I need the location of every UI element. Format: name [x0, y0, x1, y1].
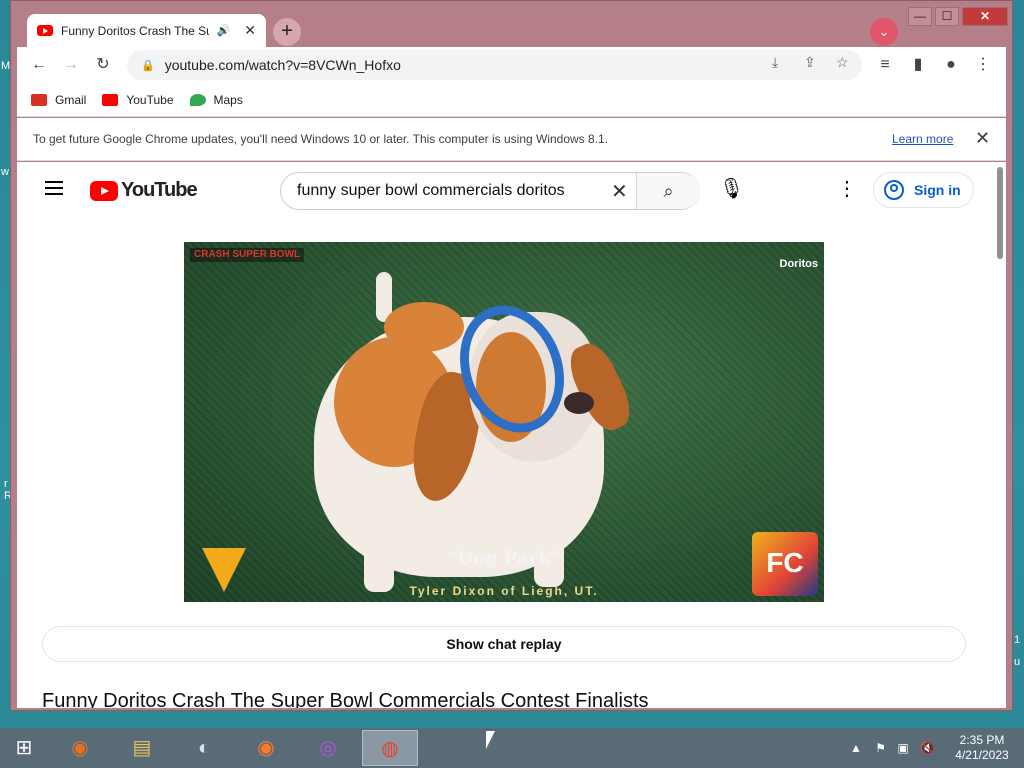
settings-kebab-icon[interactable]: ⋮ — [837, 176, 857, 201]
windows-start-icon[interactable]: ⊞ — [2, 730, 46, 766]
speaker-icon[interactable]: 🔊 — [217, 24, 231, 37]
system-tray: ▲ ⚑ ▣ 🔇 — [850, 741, 935, 755]
bookmark-star-icon[interactable]: ☆ — [836, 54, 849, 71]
search-input[interactable]: funny super bowl commercials doritos ✕ ⌕ — [280, 172, 700, 210]
dog-illustration — [564, 392, 594, 414]
close-tab-icon[interactable]: ✕ — [244, 22, 256, 39]
youtube-favicon-icon — [37, 25, 53, 36]
tab-search-chevron-icon[interactable]: ⌄ — [870, 18, 898, 46]
mask-app-icon[interactable]: ◎ — [306, 730, 350, 766]
video-caption-title: “Dog Park” — [447, 548, 561, 569]
file-explorer-icon[interactable]: ▤ — [120, 730, 164, 766]
desktop-text-fragment: 1 — [1014, 634, 1021, 646]
video-title: Funny Doritos Crash The Super Bowl Comme… — [42, 690, 649, 708]
bookmark-label: YouTube — [126, 92, 174, 107]
clock[interactable]: 2:35 PM 4/21/2023 — [950, 733, 1014, 763]
volume-muted-icon[interactable]: 🔇 — [920, 741, 935, 755]
install-icon[interactable]: ⤓ — [772, 54, 778, 71]
youtube-logo[interactable]: YouTube — [90, 179, 198, 202]
network-icon[interactable]: ▣ — [897, 741, 908, 755]
chrome-taskbar-icon[interactable]: ◍ — [362, 730, 418, 766]
bookmark-maps[interactable]: Maps — [189, 92, 243, 107]
browser-tab[interactable]: Funny Doritos Crash The Sup 🔊 ✕ — [27, 14, 266, 47]
profile-icon[interactable]: ● — [939, 53, 963, 77]
media-queue-icon[interactable]: ≡ — [873, 53, 897, 77]
sign-in-button[interactable]: Sign in — [873, 172, 974, 208]
learn-more-link[interactable]: Learn more — [892, 132, 953, 146]
video-player[interactable]: CRASH SUPER BOWL Doritos “Dog Park” Tyle… — [184, 242, 824, 602]
chrome-window: Funny Doritos Crash The Sup 🔊 ✕ + ⌄ — ☐ … — [10, 0, 1013, 711]
account-icon — [884, 180, 904, 200]
clock-time: 2:35 PM — [959, 733, 1005, 747]
doritos-logo: Doritos — [779, 258, 819, 270]
gmail-icon — [31, 93, 47, 106]
tab-strip: Funny Doritos Crash The Sup 🔊 ✕ + ⌄ — ☐ … — [11, 1, 1012, 47]
video-caption-subtitle: Tyler Dixon of Liegh, UT. — [409, 584, 599, 598]
desktop-text-fragment: r — [4, 478, 8, 490]
browser-toolbar: ← → ↻ 🔒 youtube.com/watch?v=8VCWn_Hofxo … — [17, 47, 1006, 83]
share-icon[interactable]: ⇪ — [804, 54, 816, 71]
clock-date: 4/21/2023 — [955, 748, 1009, 762]
back-arrow-icon[interactable]: ← — [27, 53, 51, 77]
address-bar[interactable]: 🔒 youtube.com/watch?v=8VCWn_Hofxo ⤓ ⇪ ☆ — [127, 50, 862, 80]
url-text[interactable]: youtube.com/watch?v=8VCWn_Hofxo — [165, 57, 401, 73]
app-icon[interactable]: ◐ — [182, 730, 226, 766]
infobar-message: To get future Google Chrome updates, you… — [33, 132, 609, 146]
show-chat-replay-button[interactable]: Show chat replay — [42, 626, 966, 662]
scrollbar-thumb[interactable] — [997, 167, 1003, 259]
search-icon: ⌕ — [663, 181, 674, 201]
menu-icon[interactable] — [45, 181, 63, 195]
bookmark-youtube[interactable]: YouTube — [102, 92, 174, 107]
update-infobar: To get future Google Chrome updates, you… — [17, 118, 1006, 161]
search-value[interactable]: funny super bowl commercials doritos — [297, 182, 565, 200]
clear-search-icon[interactable]: ✕ — [611, 179, 628, 204]
infobar-close-icon[interactable]: ✕ — [975, 128, 990, 149]
bookmark-label: Maps — [213, 92, 243, 107]
reload-icon[interactable]: ↻ — [91, 53, 115, 77]
dog-illustration — [384, 302, 464, 352]
tray-expand-icon[interactable]: ▲ — [850, 741, 862, 755]
sign-in-label: Sign in — [914, 182, 961, 198]
forward-arrow-icon[interactable]: → — [59, 53, 83, 77]
desktop-text-fragment: u — [1014, 656, 1021, 668]
microphone-icon[interactable]: 🎙 — [719, 176, 744, 201]
chrome-menu-icon[interactable]: ⋮ — [971, 53, 995, 77]
youtube-play-icon — [90, 180, 118, 201]
firefox-icon[interactable]: ◉ — [58, 730, 102, 766]
action-center-flag-icon[interactable]: ⚑ — [875, 741, 886, 755]
search-button[interactable]: ⌕ — [636, 173, 700, 209]
crash-super-bowl-logo: CRASH SUPER BOWL — [190, 248, 305, 262]
channel-badge-logo: FC — [752, 532, 818, 596]
page-content: YouTube funny super bowl commercials dor… — [17, 162, 1006, 708]
bookmarks-bar: Gmail YouTube Maps — [17, 83, 1006, 117]
desktop-text-fragment: w — [1, 166, 9, 178]
youtube-logo-text: YouTube — [121, 179, 198, 201]
windows-taskbar: ⊞ ◉ ▤ ◐ ◉ ◎ ◍ ▲ ⚑ ▣ 🔇 2:35 PM 4/21/2023 — [0, 728, 1024, 768]
bookmark-gmail[interactable]: Gmail — [31, 93, 86, 107]
maximize-button[interactable]: ☐ — [935, 7, 959, 26]
lock-icon[interactable]: 🔒 — [141, 59, 155, 72]
minimize-button[interactable]: — — [908, 7, 932, 26]
desktop-text-fragment: M — [1, 60, 11, 72]
youtube-icon — [102, 93, 119, 106]
firefox-alt-icon[interactable]: ◉ — [244, 730, 288, 766]
mouse-cursor-icon — [486, 731, 495, 749]
maps-icon — [189, 93, 206, 106]
bookmark-label: Gmail — [55, 92, 87, 107]
close-window-button[interactable]: ✕ — [962, 7, 1008, 26]
new-tab-button[interactable]: + — [273, 18, 301, 46]
youtube-header: YouTube funny super bowl commercials dor… — [17, 162, 992, 218]
scrollbar[interactable] — [994, 162, 1006, 708]
side-panel-icon[interactable]: ▮ — [906, 53, 930, 77]
tab-title: Funny Doritos Crash The Sup — [61, 23, 209, 38]
